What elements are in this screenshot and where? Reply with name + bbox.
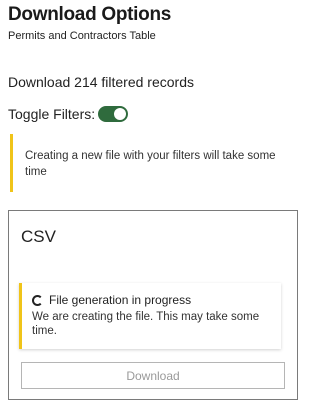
csv-card: CSV File generation in progress We are c… [8, 210, 298, 400]
progress-header: File generation in progress [32, 293, 273, 307]
toggle-filters-label: Toggle Filters: [8, 106, 96, 122]
page-subtitle: Permits and Contractors Table [8, 30, 156, 42]
loading-spinner-icon [32, 294, 43, 306]
toggle-filters-switch[interactable] [98, 106, 129, 122]
filter-notice-text: Creating a new file with your filters wi… [25, 150, 276, 178]
download-button[interactable]: Download [21, 362, 285, 389]
filtered-records-label: Download 214 filtered records [8, 74, 194, 90]
progress-title: File generation in progress [49, 293, 192, 307]
progress-message: We are creating the file. This may take … [32, 311, 260, 337]
toggle-filters-row: Toggle Filters: [8, 106, 129, 122]
toggle-knob [114, 108, 127, 120]
filter-notice: Creating a new file with your filters wi… [10, 134, 288, 192]
generation-progress-alert: File generation in progress We are creat… [19, 283, 281, 349]
page-title: Download Options [8, 4, 172, 25]
csv-card-title: CSV [21, 227, 56, 246]
